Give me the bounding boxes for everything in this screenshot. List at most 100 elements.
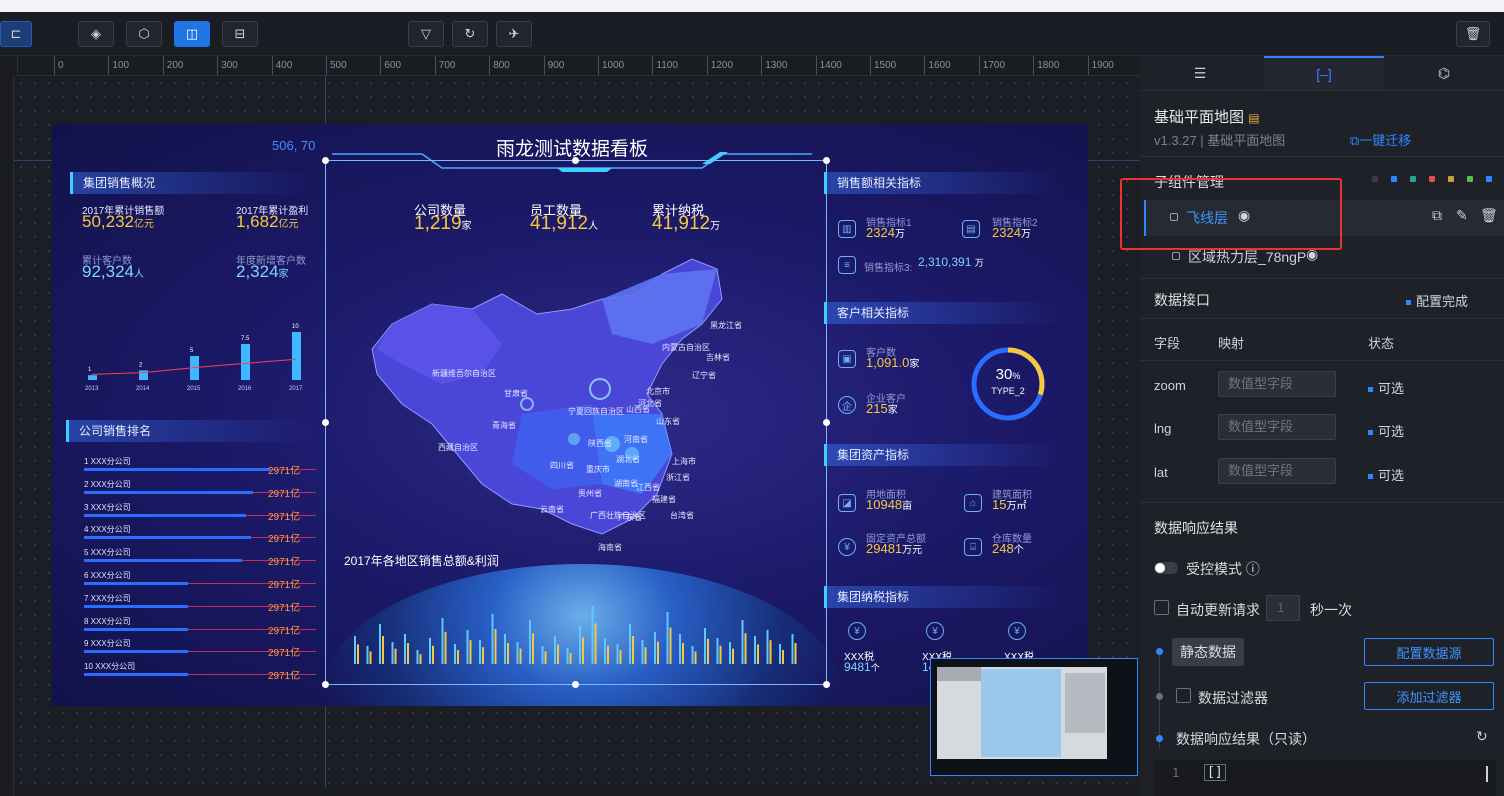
asset-indicators-title: 集团资产指标 xyxy=(824,444,1064,466)
interval-input[interactable]: 1 xyxy=(1266,595,1300,621)
add-filter-button[interactable]: 添加过滤器 xyxy=(1364,682,1494,710)
tab-divider xyxy=(1140,90,1504,91)
refresh-button[interactable]: ↻ xyxy=(452,21,488,47)
rank-bar xyxy=(84,468,270,471)
ruler-tick: 1300 xyxy=(761,56,787,75)
filter-button[interactable]: ▽ xyxy=(408,21,444,47)
panel-view-button[interactable]: ⊟ xyxy=(222,21,258,47)
mini-year-label: 2017 xyxy=(289,386,303,392)
selection-frame[interactable] xyxy=(325,160,827,685)
ruler-tick: 700 xyxy=(434,56,455,75)
static-data-button[interactable]: 静态数据 xyxy=(1172,638,1244,666)
controlled-mode-toggle[interactable] xyxy=(1154,562,1178,574)
yen-icon: ¥ xyxy=(838,538,856,556)
company-rank-title: 公司销售排名 xyxy=(66,420,316,442)
customer-indicators-title: 客户相关指标 xyxy=(824,302,1064,324)
interval-unit: 秒一次 xyxy=(1310,602,1352,618)
rank-bar xyxy=(84,650,189,654)
panel-toggle-button[interactable]: ⊏ xyxy=(0,21,32,47)
trash-icon: 🗑 xyxy=(1464,26,1482,41)
resize-handle-r[interactable] xyxy=(823,419,830,426)
cube-icon: ⬡ xyxy=(138,26,150,41)
layers-button[interactable]: ◈ xyxy=(78,21,114,47)
mini-bar xyxy=(88,375,97,380)
tab-data[interactable]: [–] xyxy=(1264,56,1384,90)
code-editor[interactable]: 1 [] xyxy=(1154,760,1496,796)
printer-icon: ▤ xyxy=(962,220,980,238)
resize-handle-l[interactable] xyxy=(322,419,329,426)
config-source-button[interactable]: 配置数据源 xyxy=(1364,638,1494,666)
tax-icon-3: ¥ xyxy=(1008,622,1026,640)
resize-handle-br[interactable] xyxy=(823,681,830,688)
horizontal-scrollbar[interactable] xyxy=(14,788,1140,796)
canvas-minimap[interactable] xyxy=(930,658,1138,776)
flow-dot xyxy=(1156,735,1163,742)
resize-handle-t[interactable] xyxy=(572,157,579,164)
data-interface-title: 数据接口 xyxy=(1154,292,1210,308)
field-lat-mapping-input[interactable]: 数值型字段 xyxy=(1218,458,1336,484)
mini-bar-label: 10 xyxy=(292,324,299,330)
enterprise-icon: 企 xyxy=(838,396,856,414)
minimap-block xyxy=(937,667,981,681)
duplicate-icon[interactable]: ⧉ xyxy=(1432,207,1442,224)
section-divider xyxy=(1140,278,1504,279)
field-lat-status: 可选 xyxy=(1368,465,1404,484)
split-view-button[interactable]: ◫ xyxy=(174,21,210,47)
resize-handle-tr[interactable] xyxy=(823,157,830,164)
pin-button[interactable]: ✈ xyxy=(496,21,532,47)
mini-year-label: 2015 xyxy=(187,386,201,392)
properties-panel: ☰ [–] ⌬ 基础平面地图 ▤ v1.3.27 | 基础平面地图 ⧉一键迁移 … xyxy=(1120,56,1504,796)
color-dot xyxy=(1372,176,1378,182)
ruler-tick: 900 xyxy=(543,56,564,75)
color-dot xyxy=(1429,176,1435,182)
checkbox-icon[interactable] xyxy=(1172,252,1180,260)
mini-year-label: 2014 xyxy=(136,386,150,392)
sales-value-4: 2,324家 xyxy=(236,262,289,281)
color-dot xyxy=(1391,176,1397,182)
rank-bar xyxy=(84,536,252,540)
clear-button[interactable]: 🗑 xyxy=(1456,21,1490,47)
sliders-icon: ☰ xyxy=(1193,64,1207,81)
data-filter-checkbox[interactable] xyxy=(1176,688,1191,703)
resize-handle-b[interactable] xyxy=(572,681,579,688)
help-icon[interactable]: ⓘ xyxy=(1246,561,1260,577)
mini-bar xyxy=(241,344,250,380)
asset-value-3: 29481万元 xyxy=(866,541,923,556)
asset-value-4: 248个 xyxy=(992,541,1024,556)
rank-bar xyxy=(84,582,189,585)
dashboard-preview[interactable]: 雨龙测试数据看板 506, 70 集团销售概况 2017年累计销售额 50,23… xyxy=(52,124,1088,706)
field-zoom-status: 可选 xyxy=(1368,378,1404,397)
refresh-icon[interactable]: ↻ xyxy=(1476,728,1488,745)
tab-settings[interactable]: ☰ xyxy=(1140,56,1260,90)
components-button[interactable]: ⬡ xyxy=(126,21,162,47)
field-zoom-mapping-input[interactable]: 数值型字段 xyxy=(1218,371,1336,397)
delete-icon[interactable]: 🗑 xyxy=(1480,207,1498,224)
eye-icon[interactable]: ◉ xyxy=(1306,246,1318,263)
data-filter-label: 数据过滤器 xyxy=(1198,690,1268,706)
chart-icon: ▥ xyxy=(838,220,856,238)
field-header-mapping: 映射 xyxy=(1218,336,1245,351)
text-cursor xyxy=(1486,766,1488,782)
dashboard-title: 雨龙测试数据看板 xyxy=(495,139,648,160)
rank-bar xyxy=(84,627,189,631)
ruler-corner xyxy=(0,56,18,76)
resize-handle-bl[interactable] xyxy=(322,681,329,688)
tab-interaction[interactable]: ⌬ xyxy=(1384,56,1504,90)
sub-component-row-heatmap[interactable]: 区域热力层_78ngP ◉ xyxy=(1144,242,1504,272)
ruler-tick: 400 xyxy=(271,56,292,75)
minimap-viewport[interactable] xyxy=(981,669,1061,757)
migrate-link[interactable]: ⧉一键迁移 xyxy=(1350,130,1411,149)
field-lng-mapping-input[interactable]: 数值型字段 xyxy=(1218,414,1336,440)
rank-value: 2971亿 xyxy=(268,671,301,683)
section-divider xyxy=(1140,360,1504,361)
ruler-tick: 1700 xyxy=(978,56,1005,75)
customer-ring-chart xyxy=(971,347,1045,421)
auto-update-checkbox[interactable] xyxy=(1154,600,1169,615)
edit-icon[interactable]: ✎ xyxy=(1456,207,1468,224)
mini-bar xyxy=(292,332,301,380)
group-sales-title: 集团销售概况 xyxy=(70,172,310,194)
ruler-tick: 300 xyxy=(217,56,238,75)
flow-line xyxy=(1159,652,1160,748)
resize-handle-tl[interactable] xyxy=(322,157,329,164)
field-zoom-name: zoom xyxy=(1154,378,1186,393)
